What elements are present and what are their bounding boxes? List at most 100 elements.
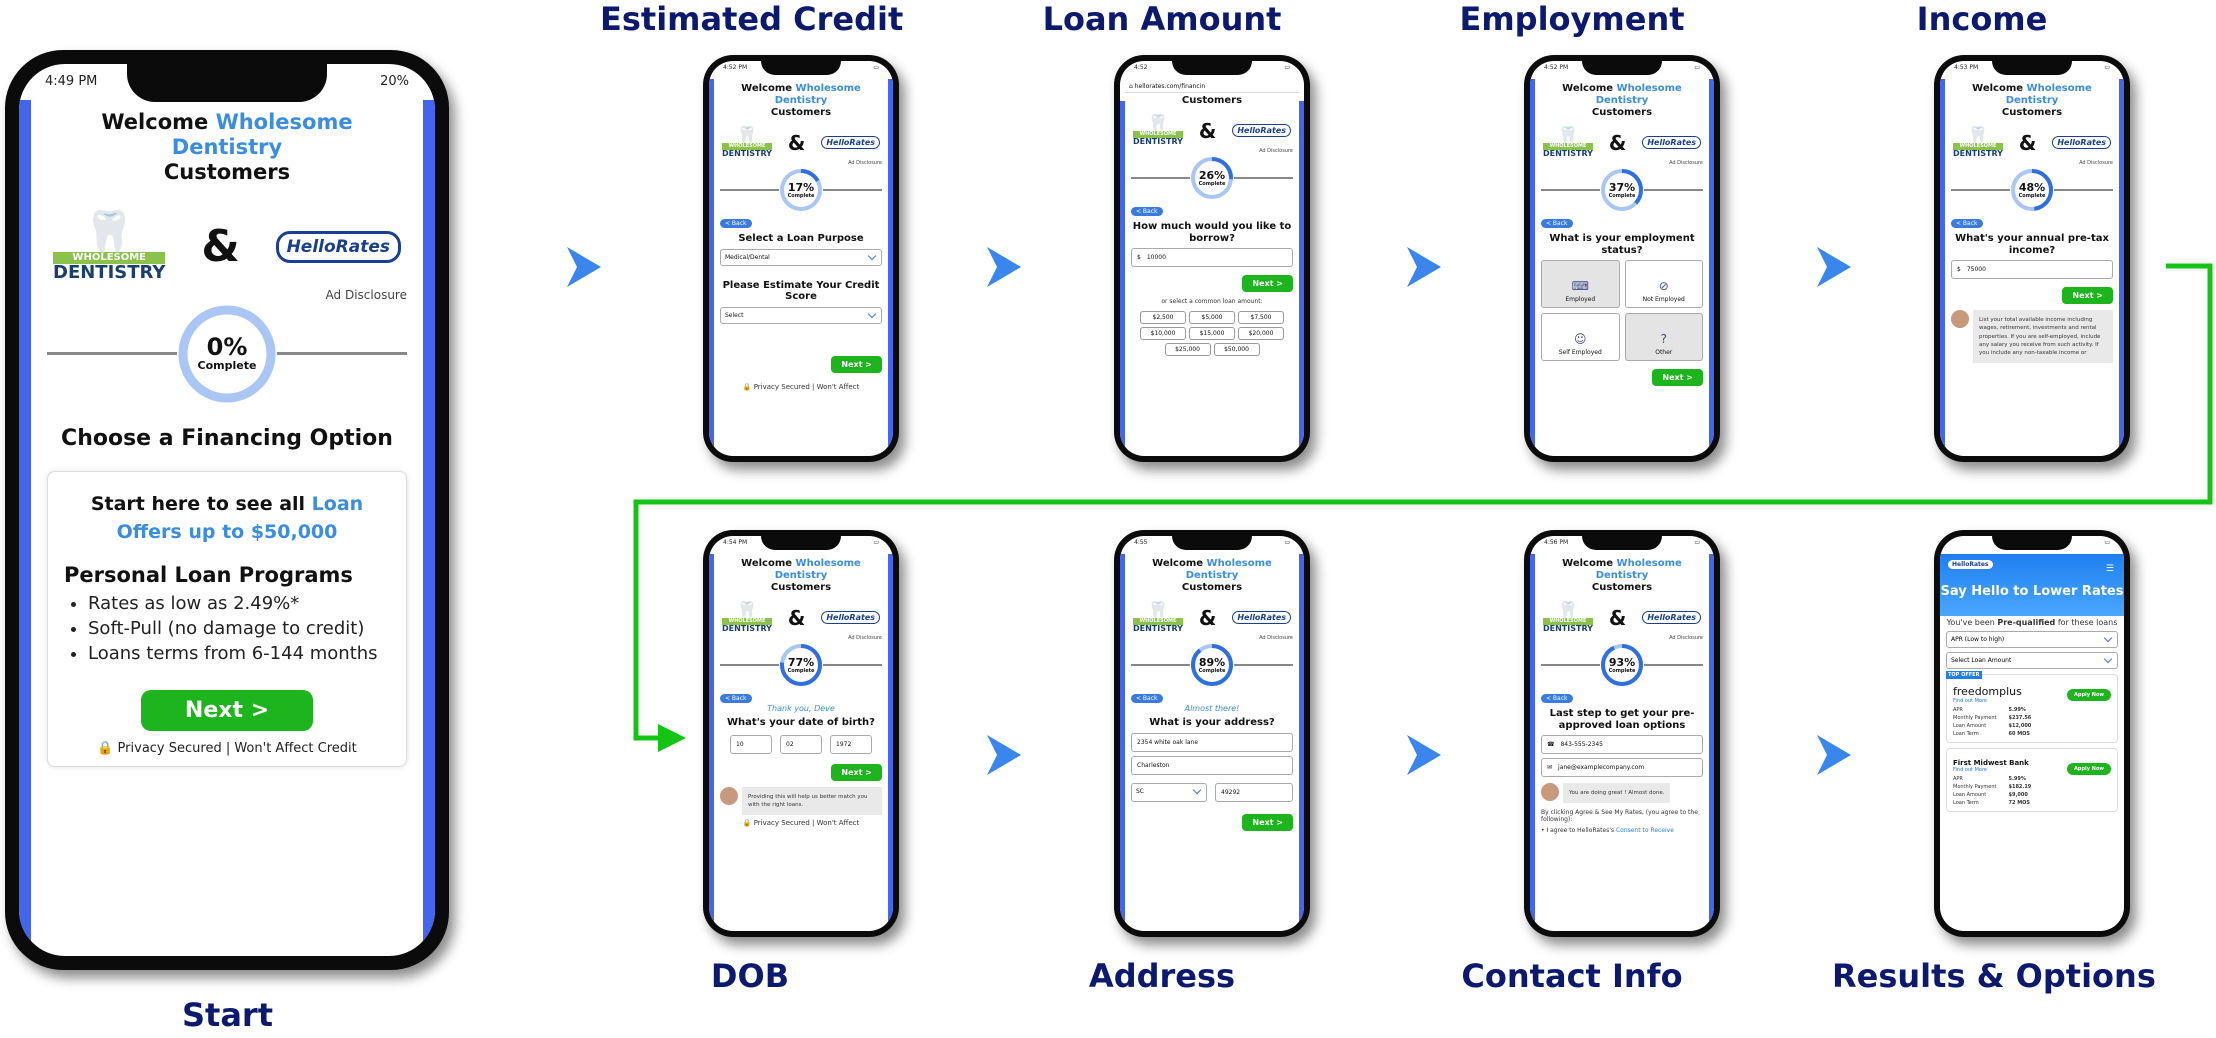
consent-link[interactable]: Consent to Receive xyxy=(1616,827,1674,834)
dob-year-input[interactable]: 1972 xyxy=(830,734,872,754)
progress-label: Complete xyxy=(1198,180,1226,187)
ad-disclosure-link[interactable]: Ad Disclosure xyxy=(1131,635,1293,641)
next-button[interactable]: Next > xyxy=(2062,287,2113,304)
ad-disclosure-link[interactable]: Ad Disclosure xyxy=(1541,160,1703,166)
next-button[interactable]: Next > xyxy=(1242,275,1293,292)
next-button[interactable]: Next > xyxy=(1652,369,1703,386)
welcome-heading: Welcome Wholesome Dentistry Customers xyxy=(1972,83,2092,118)
step-label-dob: DOB xyxy=(710,957,790,995)
ampersand: & xyxy=(201,221,240,273)
street-input[interactable]: 2354 white oak lane xyxy=(1131,732,1293,752)
browser-url-bar[interactable]: ⌂ hellorates.com/financin xyxy=(1125,81,1299,93)
back-button[interactable]: < Back xyxy=(1131,694,1163,703)
progress-label: Complete xyxy=(1608,192,1636,199)
table-row: Monthly Payment $182.19 xyxy=(1953,784,2032,790)
step-label-loan: Loan Amount xyxy=(1042,0,1282,38)
menu-icon[interactable]: ☰ xyxy=(2106,564,2114,574)
next-button[interactable]: Next > xyxy=(831,355,882,373)
advisor-avatar xyxy=(1541,783,1559,801)
phone-input[interactable]: ☎ 843-555-2345 xyxy=(1541,735,1703,754)
progress-indicator: 0% Complete xyxy=(47,303,407,404)
amount-chip[interactable]: $7,500 xyxy=(1238,311,1284,324)
step-label-employment: Employment xyxy=(1459,0,1685,38)
progress-ring: 77% Complete xyxy=(779,643,823,687)
state-select[interactable]: SC xyxy=(1131,782,1207,802)
battery-icon: ▭ xyxy=(1284,539,1290,546)
amount-chip[interactable]: $25,000 xyxy=(1164,343,1211,356)
back-button[interactable]: < Back xyxy=(1541,694,1573,703)
onboarding-flow: 4:49 PM 20% Welcome Wholesome Dentistry C… xyxy=(0,0,2216,1038)
tooth-icon: 🦷 xyxy=(1558,125,1578,144)
list-item: Soft-Pull (no damage to credit) xyxy=(88,616,390,641)
ad-disclosure-link[interactable]: Ad Disclosure xyxy=(1541,635,1703,641)
privacy-note: 🔒 Privacy Secured | Won't Affect Credit xyxy=(97,741,357,757)
progress-label: Complete xyxy=(1608,667,1636,674)
step-label-contact: Contact Info xyxy=(1461,957,1683,995)
zip-input[interactable]: 49292 xyxy=(1215,782,1293,802)
progress-percent: 0% xyxy=(206,333,248,362)
battery-icon: ▭ xyxy=(1694,64,1700,71)
loan-offer-card: Start here to see all Loan Offers up to … xyxy=(47,470,407,768)
url-text[interactable]: hellorates.com/financin xyxy=(1135,83,1205,90)
advisor-avatar xyxy=(720,786,738,805)
lender-card: Apply Now First Midwest Bank Find out Mo… xyxy=(1946,748,2118,812)
table-row: APR 5.99% xyxy=(1953,776,2026,782)
loan-purpose-select[interactable]: Medical/Dental xyxy=(720,248,882,266)
option-employed[interactable]: ⌨ Employed xyxy=(1541,260,1620,308)
option-not-employed[interactable]: ⊘ Not Employed xyxy=(1624,260,1703,308)
progress-indicator: 77% Complete xyxy=(720,643,882,687)
amount-chip[interactable]: $5,000 xyxy=(1189,311,1235,324)
lender-terms-table: APR 5.99% Monthly Payment $237.56 Loan Amo… xyxy=(1953,706,2043,738)
ad-disclosure-link[interactable]: Ad Disclosure xyxy=(1131,148,1293,154)
city-input[interactable]: Charleston xyxy=(1131,755,1293,775)
amount-chip[interactable]: $2,500 xyxy=(1140,311,1186,324)
mail-icon: ✉ xyxy=(1547,764,1553,771)
hellorates-logo[interactable]: HelloRates xyxy=(1948,560,1993,569)
table-row: APR 5.99% xyxy=(1953,707,2026,713)
back-button[interactable]: < Back xyxy=(720,694,752,703)
back-button[interactable]: < Back xyxy=(720,219,752,228)
ad-disclosure-link[interactable]: Ad Disclosure xyxy=(1951,160,2113,166)
address-phone: 4:55 ▭ Welcome Wholesome Dentistry Custome… xyxy=(1114,530,1310,937)
sort-select[interactable]: APR (Low to high) xyxy=(1946,631,2118,648)
amount-chip[interactable]: $20,000 xyxy=(1238,327,1284,340)
option-self-employed[interactable]: ☺ Self Employed xyxy=(1541,313,1620,361)
step-label-start: Start xyxy=(181,996,273,1034)
hellorates-logo: HelloRates xyxy=(1232,611,1291,624)
email-input[interactable]: ✉ jane@examplecompany.com xyxy=(1541,758,1703,777)
employment-question: What is your employment status? xyxy=(1549,233,1695,256)
back-button[interactable]: < Back xyxy=(1131,207,1163,216)
progress-indicator: 93% Complete xyxy=(1541,643,1703,687)
progress-ring: 26% Complete xyxy=(1190,156,1234,200)
option-other[interactable]: ? Other xyxy=(1624,313,1703,361)
list-item: Rates as low as 2.49%* xyxy=(88,591,390,616)
amount-chip[interactable]: $50,000 xyxy=(1213,343,1260,356)
loan-amount-select[interactable]: Select Loan Amount xyxy=(1946,652,2118,669)
dob-day-input[interactable]: 02 xyxy=(780,734,822,754)
ampersand: & xyxy=(1608,605,1627,630)
back-button[interactable]: < Back xyxy=(1951,219,1983,228)
income-input[interactable]: $75000 xyxy=(1951,260,2113,279)
credit-score-select[interactable]: Select xyxy=(720,306,882,324)
loan-amount-input[interactable]: $10000 xyxy=(1131,248,1293,267)
dob-month-input[interactable]: 10 xyxy=(730,734,772,754)
briefcase-icon: ⌨ xyxy=(1571,279,1589,293)
back-button[interactable]: < Back xyxy=(1541,219,1573,228)
ad-disclosure-link[interactable]: Ad Disclosure xyxy=(720,160,882,166)
next-button[interactable]: Next > xyxy=(831,763,882,781)
next-button[interactable]: Next > xyxy=(140,690,314,732)
amount-chip[interactable]: $15,000 xyxy=(1189,327,1235,340)
results-header: HelloRates ☰ Say Hello to Lower Rates xyxy=(1940,554,2124,616)
amount-chip[interactable]: $10,000 xyxy=(1140,327,1186,340)
apply-now-button[interactable]: Apply Now xyxy=(2067,689,2111,701)
privacy-note: 🔒 Privacy Secured | Won't Affect xyxy=(742,382,860,391)
home-icon[interactable]: ⌂ xyxy=(1129,83,1133,90)
ad-disclosure-link[interactable]: Ad Disclosure xyxy=(47,288,407,302)
apply-now-button[interactable]: Apply Now xyxy=(2067,763,2111,775)
table-row: Loan Amount $9,000 xyxy=(1953,792,2028,798)
loan-amount-phone: 4:52 ▭ ⌂ hellorates.com/financin Customer… xyxy=(1114,55,1310,462)
welcome-heading: Welcome Wholesome Dentistry Customers xyxy=(741,558,861,593)
ad-disclosure-link[interactable]: Ad Disclosure xyxy=(720,635,882,641)
next-button[interactable]: Next > xyxy=(1242,813,1293,831)
agree-text: By clicking Agree & See My Rates, (you a… xyxy=(1541,809,1698,824)
